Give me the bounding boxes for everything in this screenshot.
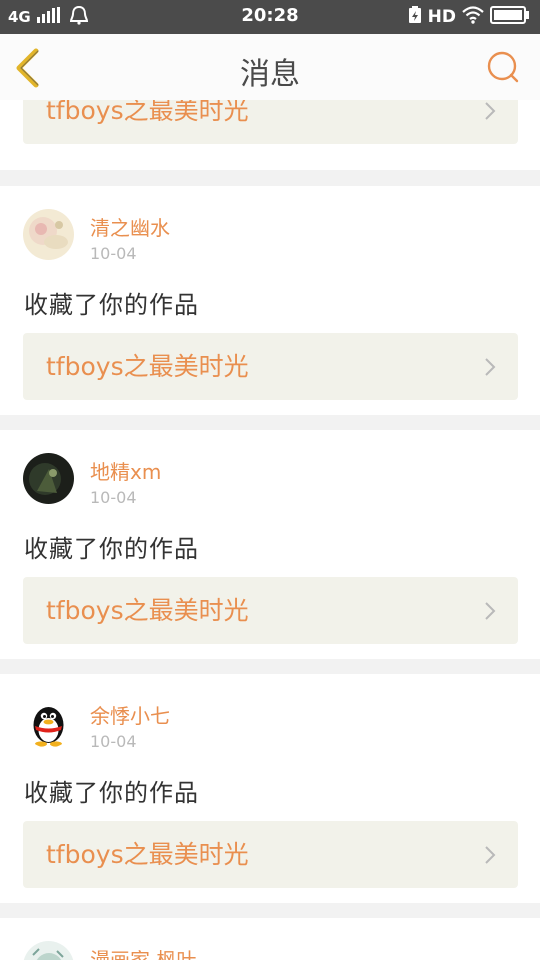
work-link[interactable]: tfboys之最美时光 [23, 100, 518, 144]
username[interactable]: 清之幽水 [90, 212, 170, 241]
search-icon [487, 51, 519, 83]
action-text: 收藏了你的作品 [24, 291, 199, 319]
chevron-right-icon [485, 602, 496, 620]
username[interactable]: 漫画家 枫叶 [90, 944, 196, 960]
timestamp: 10-04 [90, 488, 137, 507]
hd-label: HD [427, 7, 456, 27]
work-link[interactable]: tfboys之最美时光 [23, 821, 518, 888]
work-title: tfboys之最美时光 [46, 596, 249, 625]
work-title: tfboys之最美时光 [46, 840, 249, 869]
action-text: 收藏了你的作品 [24, 535, 199, 563]
qq-penguin-icon [23, 697, 74, 748]
work-title: tfboys之最美时光 [46, 352, 249, 381]
timestamp: 10-04 [90, 244, 137, 263]
username[interactable]: 地精xm [90, 456, 161, 485]
status-bar: 4G 20:28 HD [0, 0, 540, 34]
timestamp: 10-04 [90, 732, 137, 751]
notification-card: 余悸小七 10-04 收藏了你的作品 tfboys之最美时光 [0, 674, 540, 903]
page-title: 消息 [240, 57, 300, 92]
avatar[interactable] [23, 209, 74, 260]
status-right: HD [408, 6, 530, 28]
avatar[interactable] [23, 941, 74, 960]
avatar[interactable] [23, 453, 74, 504]
notification-card: 地精xm 10-04 收藏了你的作品 tfboys之最美时光 [0, 430, 540, 659]
avatar[interactable] [23, 697, 74, 748]
action-text: 收藏了你的作品 [24, 779, 199, 807]
chevron-right-icon [485, 102, 496, 120]
wifi-icon [462, 6, 484, 28]
work-link[interactable]: tfboys之最美时光 [23, 333, 518, 400]
battery-saver-icon [408, 6, 422, 28]
search-button[interactable] [486, 50, 520, 84]
battery-icon [490, 6, 530, 28]
notification-list[interactable]: tfboys之最美时光 清之幽水 10-04 收藏了你的作品 tfboys之最美… [0, 100, 540, 960]
header-bar: 消息 [0, 34, 540, 101]
notification-card: tfboys之最美时光 [0, 100, 540, 170]
notification-card: 清之幽水 10-04 收藏了你的作品 tfboys之最美时光 [0, 186, 540, 415]
work-link[interactable]: tfboys之最美时光 [23, 577, 518, 644]
username[interactable]: 余悸小七 [90, 700, 170, 729]
chevron-right-icon [485, 846, 496, 864]
notification-card: 漫画家 枫叶 [0, 918, 540, 960]
chevron-right-icon [485, 358, 496, 376]
work-title: tfboys之最美时光 [46, 100, 249, 125]
